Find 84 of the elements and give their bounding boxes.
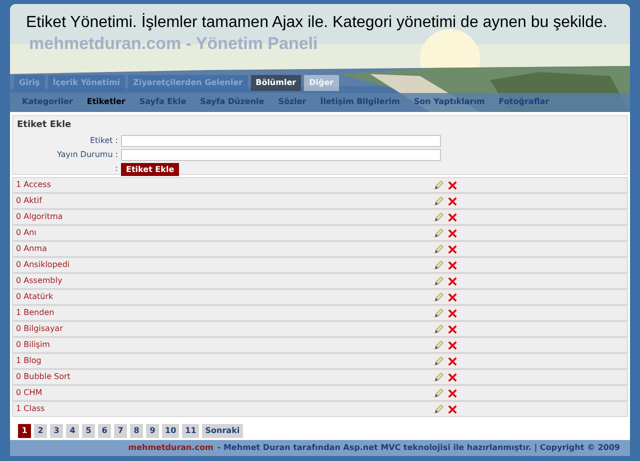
field-label: Etiket : <box>88 134 118 146</box>
page-link[interactable]: 2 <box>34 424 47 438</box>
tag-name: 0 Atatürk <box>16 291 54 303</box>
nav-tab[interactable]: Bölümler <box>250 75 302 91</box>
pencil-icon[interactable] <box>434 196 444 206</box>
tag-name: 1 Benden <box>16 307 56 319</box>
page-link[interactable]: 11 <box>182 424 200 438</box>
tag-name: 0 CHM <box>16 387 44 399</box>
tag-row[interactable]: 0 Assembly <box>12 273 628 289</box>
tag-row[interactable]: 0 Aktif <box>12 193 628 209</box>
delete-icon[interactable] <box>448 212 457 222</box>
page-link[interactable]: 4 <box>66 424 79 438</box>
tag-name: 0 Ansiklopedi <box>16 259 71 271</box>
site-title: mehmetduran.com - Yönetim Paneli <box>28 33 318 55</box>
delete-icon[interactable] <box>448 404 457 414</box>
page-link[interactable]: 1 <box>18 424 31 438</box>
tag-name: 0 Bilişim <box>16 339 51 351</box>
colon-label: : <box>115 164 118 173</box>
pencil-icon[interactable] <box>434 228 444 238</box>
page-link[interactable]: 7 <box>114 424 127 438</box>
tag-row[interactable]: 0 CHM <box>12 385 628 401</box>
page-link[interactable]: 5 <box>82 424 95 438</box>
tag-row[interactable]: 0 Ansiklopedi <box>12 257 628 273</box>
page-link[interactable]: 3 <box>50 424 63 438</box>
subnav-link[interactable]: Etiketler <box>86 96 126 108</box>
delete-icon[interactable] <box>448 228 457 238</box>
pencil-icon[interactable] <box>434 340 444 350</box>
delete-icon[interactable] <box>448 308 457 318</box>
tag-row[interactable]: 1 Access <box>12 177 628 193</box>
tag-row[interactable]: 0 Algoritma <box>12 209 628 225</box>
pencil-icon[interactable] <box>434 244 444 254</box>
delete-icon[interactable] <box>448 388 457 398</box>
delete-icon[interactable] <box>448 244 457 254</box>
delete-icon[interactable] <box>448 196 457 206</box>
add-tag-button[interactable]: Etiket Ekle <box>121 162 180 176</box>
pencil-icon[interactable] <box>434 180 444 190</box>
tag-name: 0 Anı <box>16 227 38 239</box>
tag-row[interactable]: 0 Anma <box>12 241 628 257</box>
tag-name: 0 Anma <box>16 243 48 255</box>
tag-name: 0 Aktif <box>16 195 44 207</box>
header-caption: Etiket Yönetimi. İşlemler tamamen Ajax ile. Kategori yönetimi de aynen bu şekilde. <box>25 12 608 33</box>
pencil-icon[interactable] <box>434 404 444 414</box>
tag-row[interactable]: 0 Bilişim <box>12 337 628 353</box>
delete-icon[interactable] <box>448 340 457 350</box>
delete-icon[interactable] <box>448 292 457 302</box>
field-label: Yayın Durumu : <box>56 148 118 160</box>
page-link[interactable]: 6 <box>98 424 111 438</box>
tag-name: 0 Bubble Sort <box>16 371 72 383</box>
footer-text: - Mehmet Duran tarafından Asp.net MVC teknolojisi ile hazırlanmıştır. | Copyright © 2009 <box>217 442 620 454</box>
tag-row[interactable]: 0 Bilgisayar <box>12 321 628 337</box>
form-title: Etiket Ekle <box>17 119 72 132</box>
pencil-icon[interactable] <box>434 372 444 382</box>
tag-row[interactable]: 1 Blog <box>12 353 628 369</box>
page-link[interactable]: 9 <box>146 424 159 438</box>
delete-icon[interactable] <box>448 372 457 382</box>
tag-name: 1 Blog <box>16 355 42 367</box>
tag-name: 0 Algoritma <box>16 211 64 223</box>
pencil-icon[interactable] <box>434 292 444 302</box>
tag-name: 1 Access <box>16 179 52 191</box>
tag-row[interactable]: 1 Class <box>12 401 628 417</box>
tag-row[interactable]: 0 Atatürk <box>12 289 628 305</box>
page-link[interactable]: 8 <box>130 424 143 438</box>
delete-icon[interactable] <box>448 260 457 270</box>
pencil-icon[interactable] <box>434 308 444 318</box>
delete-icon[interactable] <box>448 276 457 286</box>
pencil-icon[interactable] <box>434 324 444 334</box>
pencil-icon[interactable] <box>434 388 444 398</box>
pencil-icon[interactable] <box>434 212 444 222</box>
delete-icon[interactable] <box>448 324 457 334</box>
input-field[interactable] <box>121 148 441 160</box>
tag-row[interactable]: 1 Benden <box>12 305 628 321</box>
tag-row[interactable]: 0 Anı <box>12 225 628 241</box>
page-link[interactable]: Sonraki <box>202 424 243 438</box>
delete-icon[interactable] <box>448 180 457 190</box>
tag-row[interactable]: 0 Bubble Sort <box>12 369 628 385</box>
pencil-icon[interactable] <box>434 260 444 270</box>
tag-name: 0 Assembly <box>16 275 64 287</box>
delete-icon[interactable] <box>448 356 457 366</box>
tag-name: 1 Class <box>16 403 46 415</box>
tag-name: 0 Bilgisayar <box>16 323 64 335</box>
input-field[interactable] <box>121 134 441 146</box>
pencil-icon[interactable] <box>434 276 444 286</box>
page-link[interactable]: 10 <box>162 424 180 438</box>
pencil-icon[interactable] <box>434 356 444 366</box>
